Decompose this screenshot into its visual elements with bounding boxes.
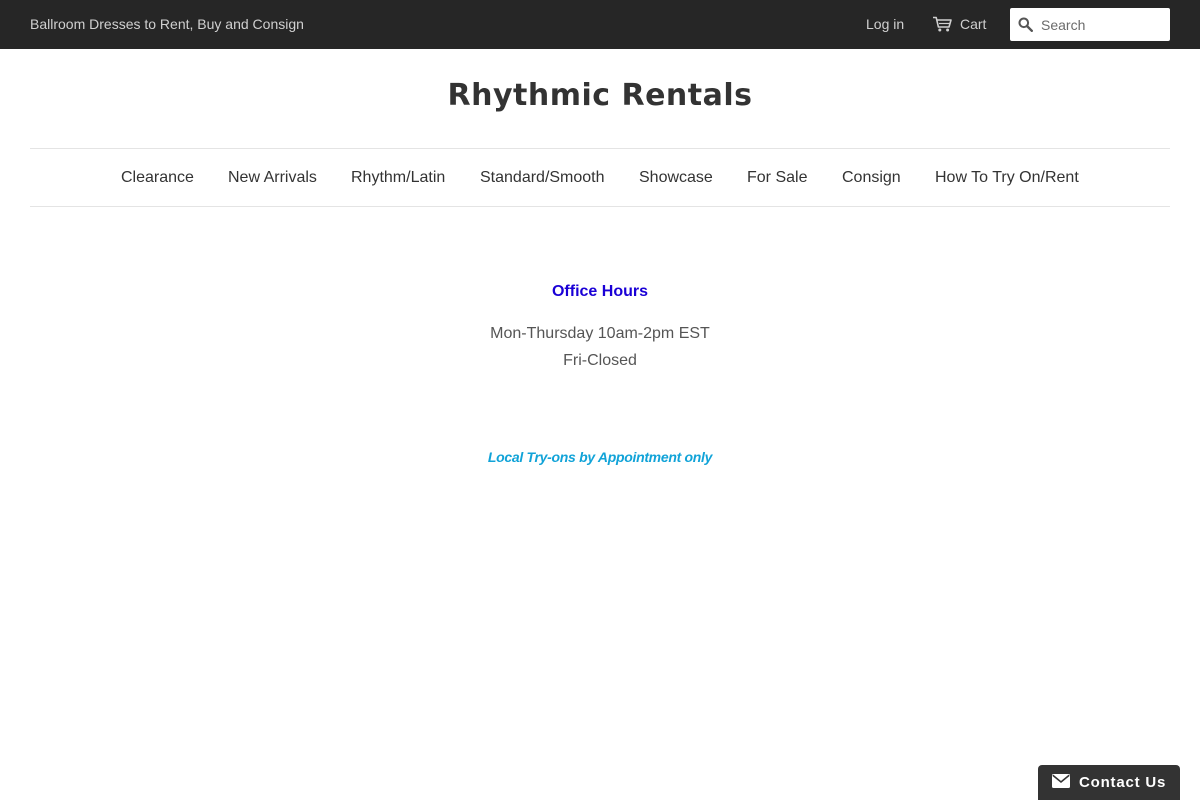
cart-label: Cart [960,16,987,32]
nav-item-standard-smooth[interactable]: Standard/Smooth [480,169,605,187]
nav-item-how-to-try-on-rent[interactable]: How To Try On/Rent [935,169,1079,187]
office-hours-heading: Office Hours [551,283,648,300]
tryons-note: Local Try-ons by Appointment only [487,449,713,465]
office-hours-weekdays: Mon-Thursday 10am-2pm EST [490,325,710,342]
nav-item-consign[interactable]: Consign [842,169,901,187]
office-hours-friday: Fri-Closed [563,352,637,369]
search-input[interactable] [1041,9,1166,40]
envelope-icon [1052,773,1070,792]
contact-us-button[interactable]: Contact Us [1038,765,1180,800]
contact-us-label: Contact Us [1079,774,1167,791]
top-bar: Ballroom Dresses to Rent, Buy and Consig… [0,0,1200,49]
nav-item-rhythm-latin[interactable]: Rhythm/Latin [351,169,445,187]
cart-icon [933,16,952,32]
store-tagline: Ballroom Dresses to Rent, Buy and Consig… [30,16,304,32]
search-form [1010,8,1170,41]
nav-item-for-sale[interactable]: For Sale [747,169,807,187]
nav-item-showcase[interactable]: Showcase [639,169,713,187]
login-link[interactable]: Log in [866,16,904,32]
site-title[interactable]: Rhythmic Rentals [0,78,1200,113]
main-navigation: Clearance New Arrivals Rhythm/Latin Stan… [30,148,1170,207]
cart-link[interactable]: Cart [933,14,986,34]
nav-item-new-arrivals[interactable]: New Arrivals [228,169,317,187]
search-icon[interactable] [1010,8,1041,41]
nav-item-clearance[interactable]: Clearance [121,169,194,187]
